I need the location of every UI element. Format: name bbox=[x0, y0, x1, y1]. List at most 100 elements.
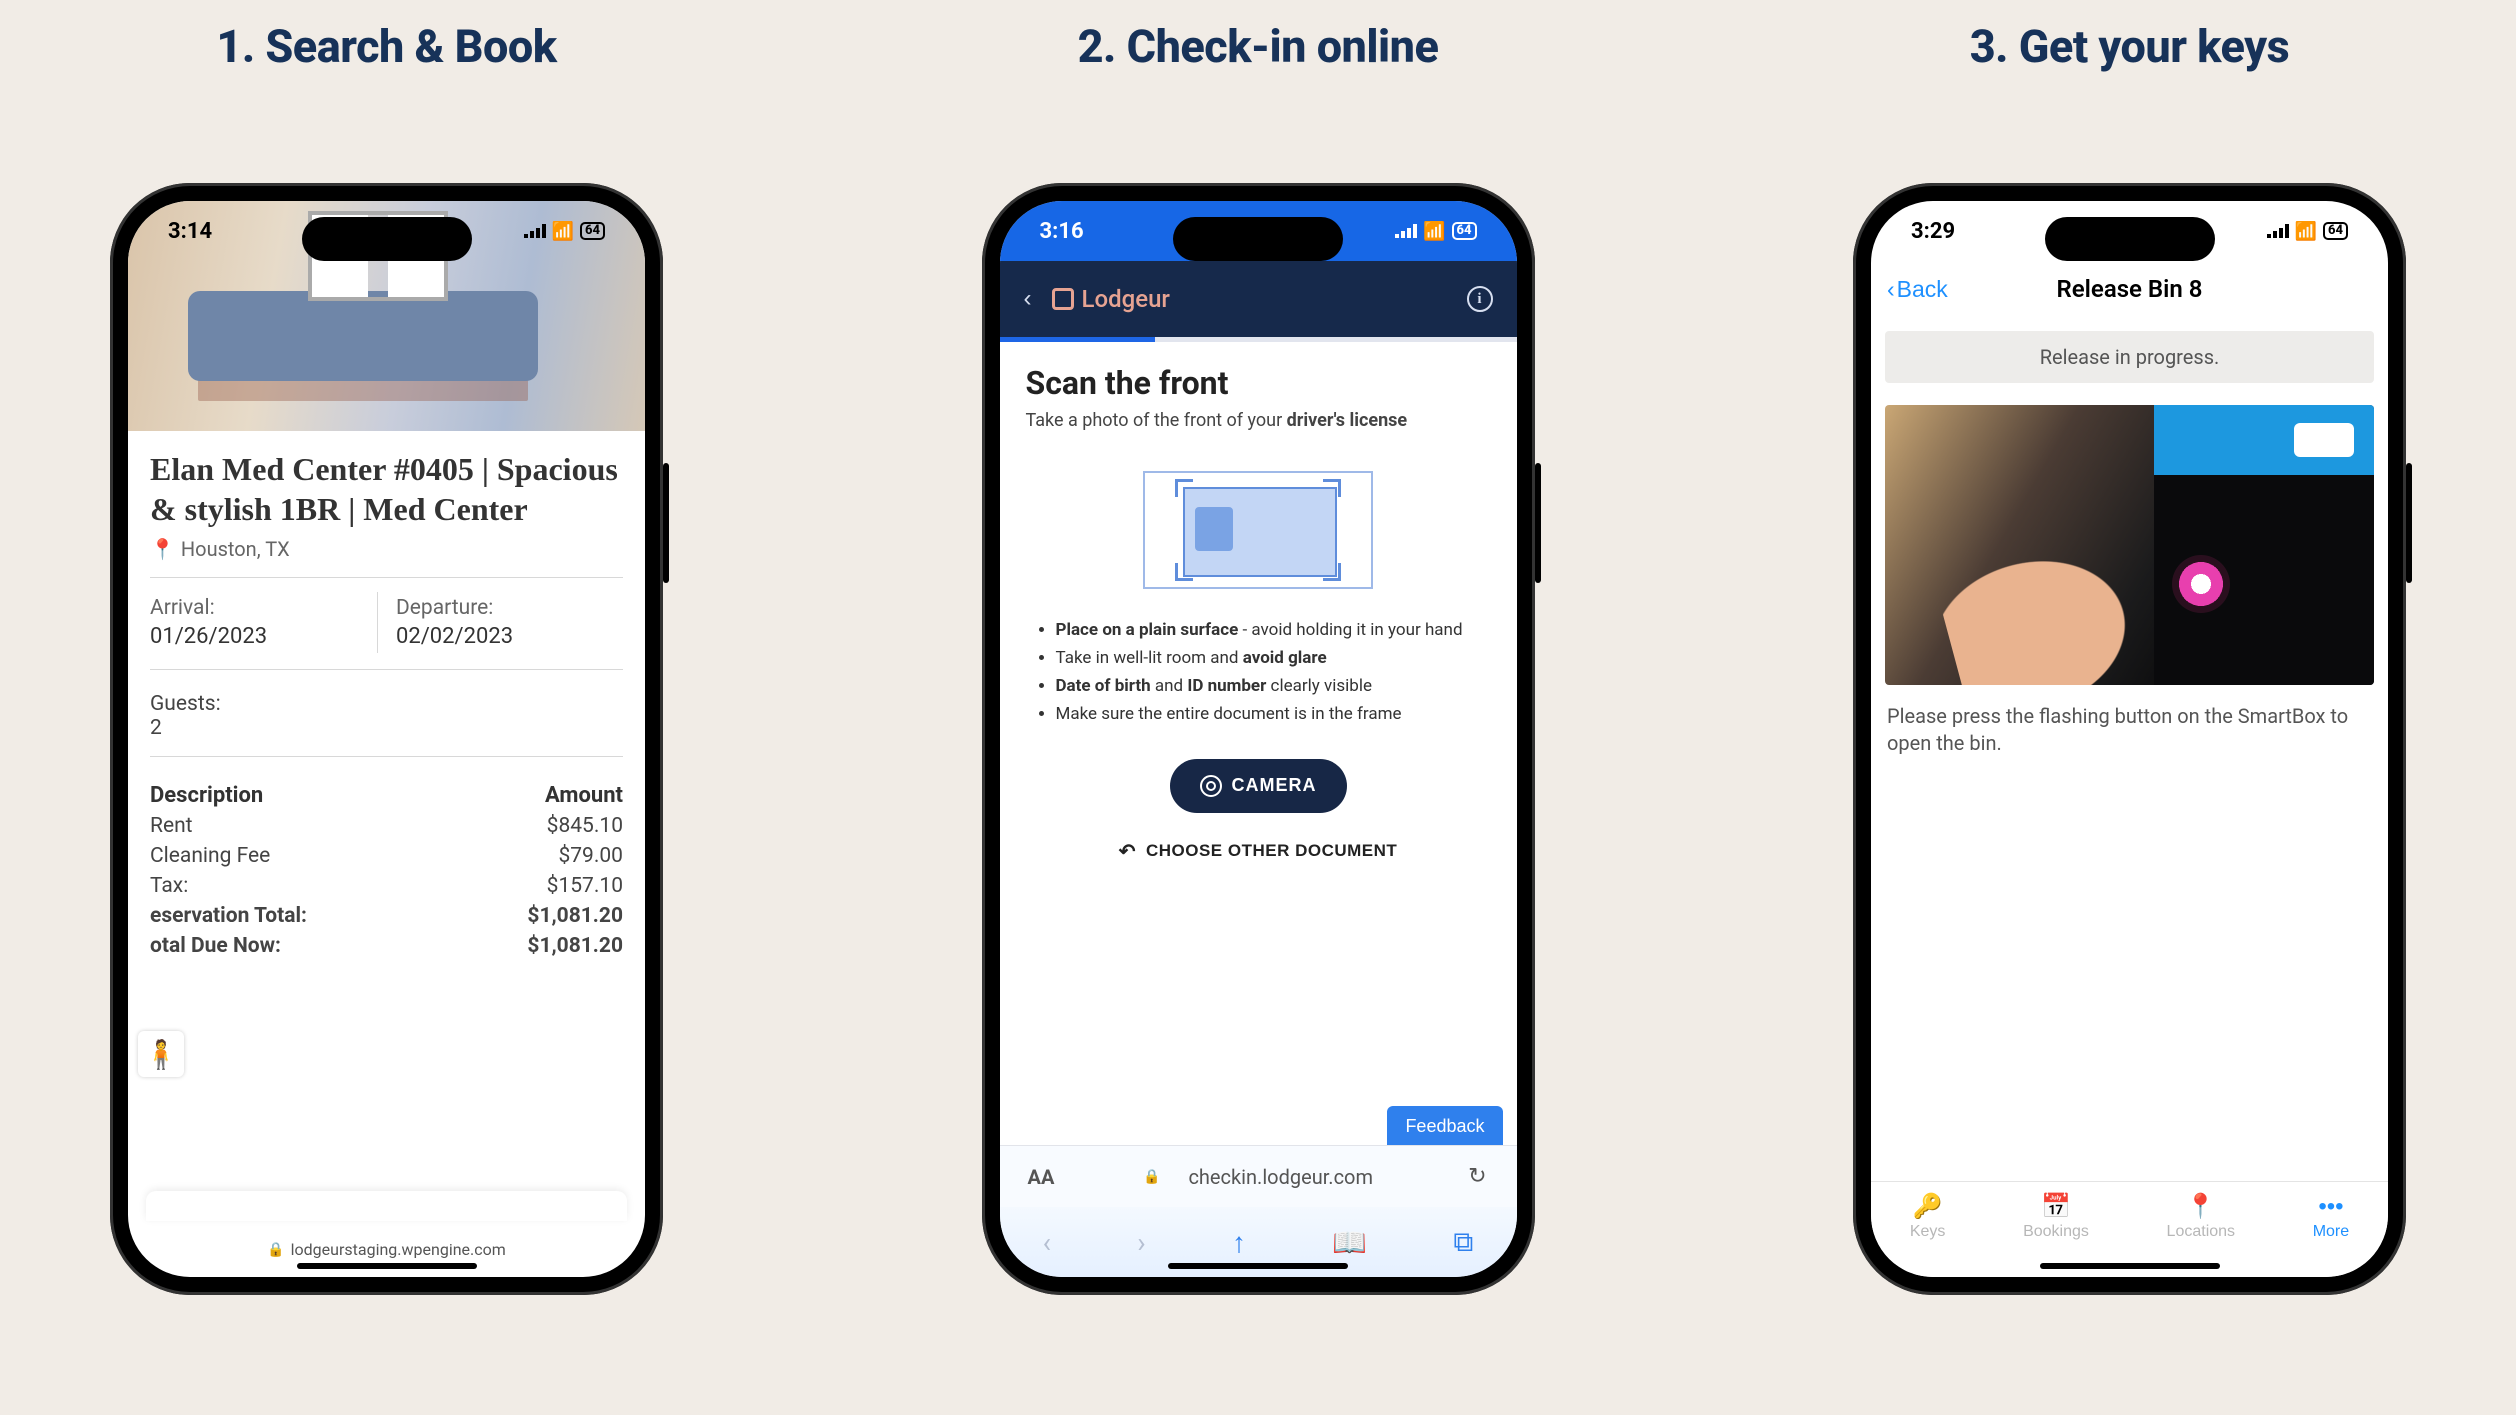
back-label: Back bbox=[1897, 276, 1948, 303]
logo-icon bbox=[1052, 288, 1074, 310]
home-indicator[interactable] bbox=[1168, 1263, 1348, 1269]
departure-value: 02/02/2023 bbox=[396, 624, 623, 649]
price-table: Description Amount Rent $845.10 Cleaning… bbox=[150, 783, 623, 958]
app-header: ‹ Lodgeur i bbox=[1000, 261, 1517, 337]
text-size-button[interactable]: AA bbox=[1028, 1165, 1055, 1189]
phone-frame-2: 3:16 📶 64 ‹ Lodgeur i bbox=[982, 183, 1535, 1295]
step-check-in: 2. Check-in online 3:16 📶 64 ‹ bbox=[982, 20, 1535, 1295]
rent-amount: $845.10 bbox=[547, 814, 623, 838]
refresh-icon[interactable]: ↻ bbox=[1468, 1164, 1486, 1189]
url-text: lodgeurstaging.wpengine.com bbox=[291, 1240, 506, 1259]
phone-frame-1: 3:14 📶 64 Elan Med Center #0405 | Spacio… bbox=[110, 183, 663, 1295]
home-indicator[interactable] bbox=[2040, 1263, 2220, 1269]
divider bbox=[150, 756, 623, 757]
battery-icon: 64 bbox=[2323, 222, 2348, 240]
reservation-total-label: eservation Total: bbox=[150, 904, 307, 928]
bookmarks-icon[interactable]: 📖 bbox=[1332, 1226, 1367, 1259]
nav-bar: ‹ Back Release Bin 8 bbox=[1871, 261, 2388, 317]
nav-back-icon[interactable]: ‹ bbox=[1043, 1226, 1051, 1259]
reservation-total-amount: $1,081.20 bbox=[527, 904, 623, 928]
wifi-icon: 📶 bbox=[552, 221, 574, 242]
tip-3: Date of birth and ID number clearly visi… bbox=[1056, 675, 1481, 698]
price-row-cleaning: Cleaning Fee $79.00 bbox=[150, 844, 623, 868]
scan-subtitle: Take a photo of the front of your driver… bbox=[1026, 410, 1491, 431]
status-time: 3:16 bbox=[1040, 219, 1084, 244]
due-now-label: otal Due Now: bbox=[150, 934, 281, 958]
checkin-content: Scan the front Take a photo of the front… bbox=[1000, 342, 1517, 1145]
tab-more[interactable]: ••• More bbox=[2313, 1195, 2349, 1241]
tip-2: Take in well-lit room and avoid glare bbox=[1056, 647, 1481, 670]
tabs-icon[interactable]: ⧉ bbox=[1453, 1225, 1473, 1259]
tip-1: Place on a plain surface - avoid holding… bbox=[1056, 619, 1481, 642]
status-time: 3:29 bbox=[1911, 219, 1955, 244]
camera-button[interactable]: CAMERA bbox=[1170, 759, 1347, 813]
desc-header: Description bbox=[150, 783, 263, 808]
guests-value: 2 bbox=[150, 716, 623, 740]
smartbox-photo bbox=[1885, 405, 2374, 685]
status-time: 3:14 bbox=[168, 219, 212, 244]
nav-title: Release Bin 8 bbox=[2057, 275, 2203, 303]
address-bar[interactable]: 🔒 lodgeurstaging.wpengine.com bbox=[128, 1240, 645, 1259]
listing-body: Elan Med Center #0405 | Spacious & styli… bbox=[128, 431, 645, 976]
scan-subtitle-bold: driver's license bbox=[1287, 410, 1407, 431]
due-now-amount: $1,081.20 bbox=[527, 934, 623, 958]
divider bbox=[150, 669, 623, 670]
address-bar[interactable]: AA 🔒 checkin.lodgeur.com ↻ bbox=[1000, 1145, 1517, 1207]
guests-label: Guests: bbox=[150, 692, 623, 716]
step-get-keys: 3. Get your keys 3:29 📶 64 ‹ Back bbox=[1853, 20, 2406, 1295]
price-header: Description Amount bbox=[150, 783, 623, 808]
back-button[interactable]: ‹ Back bbox=[1887, 276, 1948, 303]
accessibility-button[interactable]: 🧍 bbox=[138, 1031, 184, 1077]
key-icon: 🔑 bbox=[1913, 1195, 1943, 1219]
tax-amount: $157.10 bbox=[547, 874, 623, 898]
arrival-field[interactable]: Arrival: 01/26/2023 bbox=[150, 592, 377, 653]
price-row-due: otal Due Now: $1,081.20 bbox=[150, 934, 623, 958]
signal-icon bbox=[2267, 224, 2289, 238]
nav-forward-icon[interactable]: › bbox=[1137, 1226, 1145, 1259]
camera-icon bbox=[1200, 775, 1222, 797]
notch bbox=[302, 217, 472, 261]
cleaning-amount: $79.00 bbox=[558, 844, 623, 868]
status-indicators: 📶 64 bbox=[2267, 221, 2348, 242]
battery-icon: 64 bbox=[1452, 222, 1477, 240]
chevron-left-icon: ‹ bbox=[1887, 276, 1895, 303]
status-indicators: 📶 64 bbox=[1395, 221, 1476, 242]
dates-row[interactable]: Arrival: 01/26/2023 Departure: 02/02/202… bbox=[150, 592, 623, 653]
tab-keys-label: Keys bbox=[1910, 1223, 1946, 1241]
share-icon[interactable]: ↑ bbox=[1232, 1226, 1246, 1259]
amount-header: Amount bbox=[545, 783, 623, 808]
price-row-rent: Rent $845.10 bbox=[150, 814, 623, 838]
brand-name: Lodgeur bbox=[1082, 285, 1170, 313]
pin-icon: 📍 bbox=[150, 537, 175, 561]
calendar-icon: 📅 bbox=[2041, 1195, 2071, 1219]
tab-locations[interactable]: 📍 Locations bbox=[2167, 1195, 2236, 1241]
tab-bookings[interactable]: 📅 Bookings bbox=[2023, 1195, 2089, 1241]
lock-icon: 🔒 bbox=[1143, 1169, 1160, 1185]
step-search-book: 1. Search & Book 3:14 📶 64 Elan Med Ce bbox=[110, 20, 663, 1295]
back-button[interactable]: ‹ bbox=[1024, 285, 1032, 313]
undo-icon: ↶ bbox=[1119, 839, 1136, 864]
tab-more-label: More bbox=[2313, 1223, 2349, 1241]
brand-logo: Lodgeur bbox=[1052, 285, 1170, 313]
listing-location: 📍 Houston, TX bbox=[150, 537, 623, 561]
feedback-button[interactable]: Feedback bbox=[1387, 1106, 1502, 1147]
instruction-text: Please press the flashing button on the … bbox=[1887, 703, 2372, 757]
status-indicators: 📶 64 bbox=[524, 221, 605, 242]
tax-label: Tax: bbox=[150, 874, 188, 898]
info-icon[interactable]: i bbox=[1467, 286, 1493, 312]
rent-label: Rent bbox=[150, 814, 193, 838]
step1-title: 1. Search & Book bbox=[216, 20, 556, 73]
departure-field[interactable]: Departure: 02/02/2023 bbox=[377, 592, 623, 653]
cleaning-label: Cleaning Fee bbox=[150, 844, 270, 868]
guests-field[interactable]: Guests: 2 bbox=[150, 692, 623, 740]
step3-title: 3. Get your keys bbox=[1970, 20, 2290, 73]
home-indicator[interactable] bbox=[297, 1263, 477, 1269]
tab-bookings-label: Bookings bbox=[2023, 1223, 2089, 1241]
release-status-banner: Release in progress. bbox=[1885, 331, 2374, 383]
tab-keys[interactable]: 🔑 Keys bbox=[1910, 1195, 1946, 1241]
arrival-label: Arrival: bbox=[150, 596, 377, 620]
notch bbox=[2045, 217, 2215, 261]
signal-icon bbox=[1395, 224, 1417, 238]
divider bbox=[150, 577, 623, 578]
choose-other-button[interactable]: ↶ CHOOSE OTHER DOCUMENT bbox=[1119, 839, 1398, 864]
